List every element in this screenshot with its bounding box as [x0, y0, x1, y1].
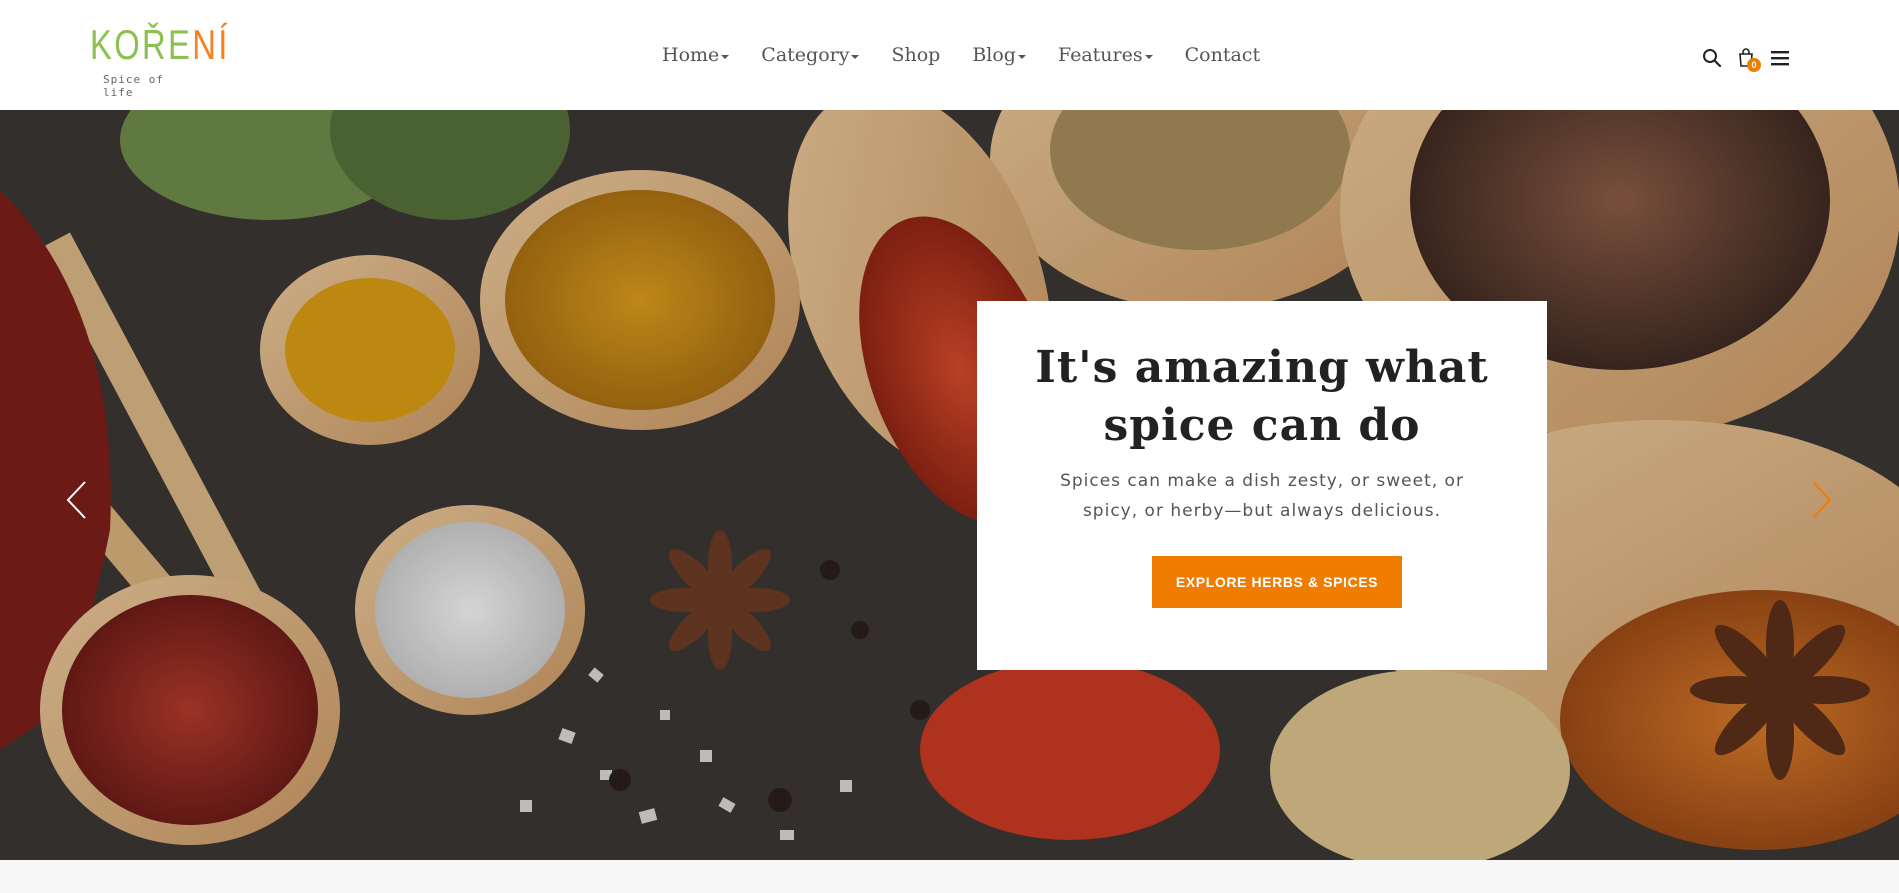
- nav-item-label: Features: [1057, 44, 1143, 66]
- caret-down-icon: [1144, 54, 1153, 59]
- nav-item-contact[interactable]: Contact: [1185, 44, 1260, 66]
- main-nav: Home Category Shop Blog Features Contact: [662, 44, 1292, 66]
- nav-item-features[interactable]: Features: [1058, 44, 1153, 66]
- nav-item-home[interactable]: Home: [662, 44, 730, 66]
- nav-item-label: Contact: [1184, 44, 1261, 66]
- chevron-right-icon: [1812, 481, 1832, 519]
- chevron-left-icon: [66, 481, 86, 519]
- caret-down-icon: [721, 54, 730, 59]
- nav-item-label: Category: [761, 44, 850, 66]
- slide-title: It's amazing what spice can do: [1035, 342, 1489, 451]
- shopping-bag-icon[interactable]: 0: [1734, 46, 1761, 72]
- logo[interactable]: KOŘENÍ Spice of life: [90, 18, 227, 100]
- header-icons: 0: [1700, 46, 1792, 72]
- site-header: KOŘENÍ Spice of life Home Category Shop …: [0, 0, 1899, 110]
- caret-down-icon: [1017, 54, 1026, 59]
- slide-caption-card: It's amazing what spice can do Spices ca…: [977, 301, 1547, 670]
- slide-description: Spices can make a dish zesty, or sweet, …: [1060, 471, 1464, 521]
- caret-down-icon: [851, 54, 860, 59]
- logo-tagline: Spice of life: [103, 73, 164, 99]
- hamburger-menu-icon[interactable]: [1768, 46, 1792, 70]
- nav-item-label: Blog: [972, 44, 1016, 66]
- slider-prev-button[interactable]: [56, 470, 96, 530]
- explore-herbs-spices-button[interactable]: EXPLORE HERBS & SPICES: [1152, 556, 1402, 608]
- slider-next-button[interactable]: [1802, 470, 1842, 530]
- logo-wordmark: KOŘENÍ: [90, 21, 230, 68]
- nav-item-shop[interactable]: Shop: [891, 44, 940, 66]
- nav-item-label: Shop: [891, 44, 941, 66]
- section-divider: [0, 860, 1899, 893]
- search-icon[interactable]: [1700, 46, 1724, 70]
- hero-overlay: [0, 110, 1899, 860]
- nav-item-label: Home: [662, 44, 720, 66]
- cart-count-badge: 0: [1747, 58, 1761, 72]
- nav-item-category[interactable]: Category: [761, 44, 860, 66]
- hero-slider: It's amazing what spice can do Spices ca…: [0, 110, 1899, 860]
- nav-item-blog[interactable]: Blog: [972, 44, 1026, 66]
